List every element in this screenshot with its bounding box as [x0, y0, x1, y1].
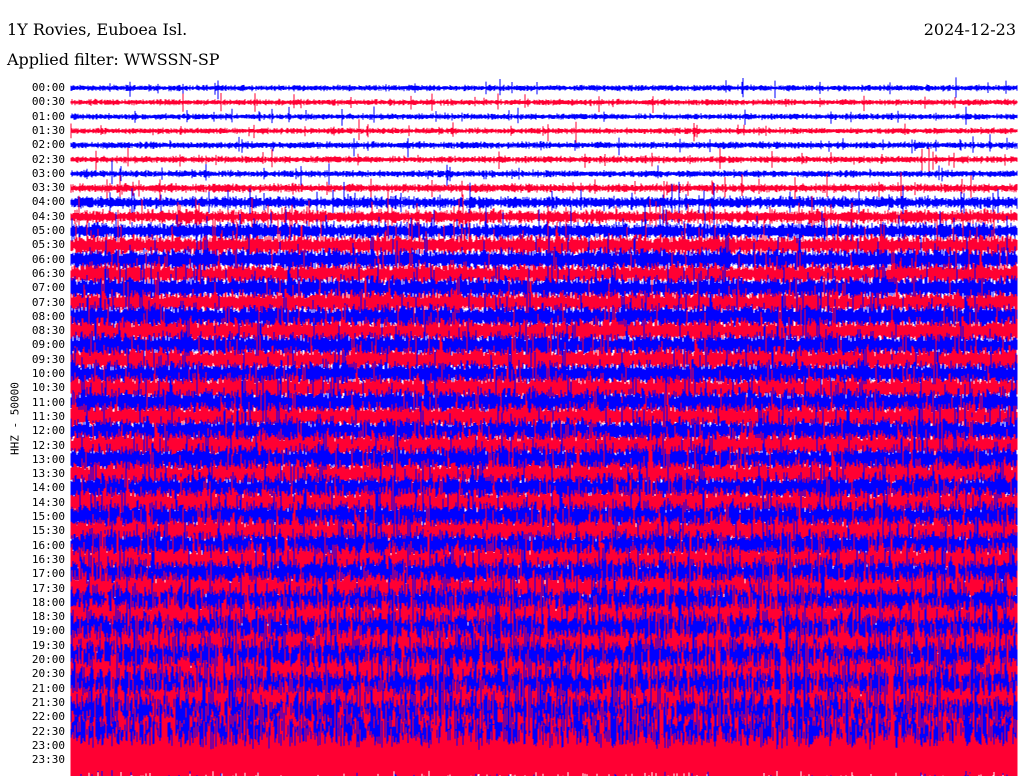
trace-0300 — [70, 160, 1018, 188]
helicorder-plot — [70, 77, 1018, 776]
trace-0100 — [70, 106, 1018, 126]
trace-0030 — [70, 93, 1018, 113]
trace-0000 — [70, 77, 1018, 100]
trace-0230 — [70, 147, 1018, 173]
trace-0130 — [70, 119, 1018, 143]
trace-0200 — [70, 134, 1018, 158]
